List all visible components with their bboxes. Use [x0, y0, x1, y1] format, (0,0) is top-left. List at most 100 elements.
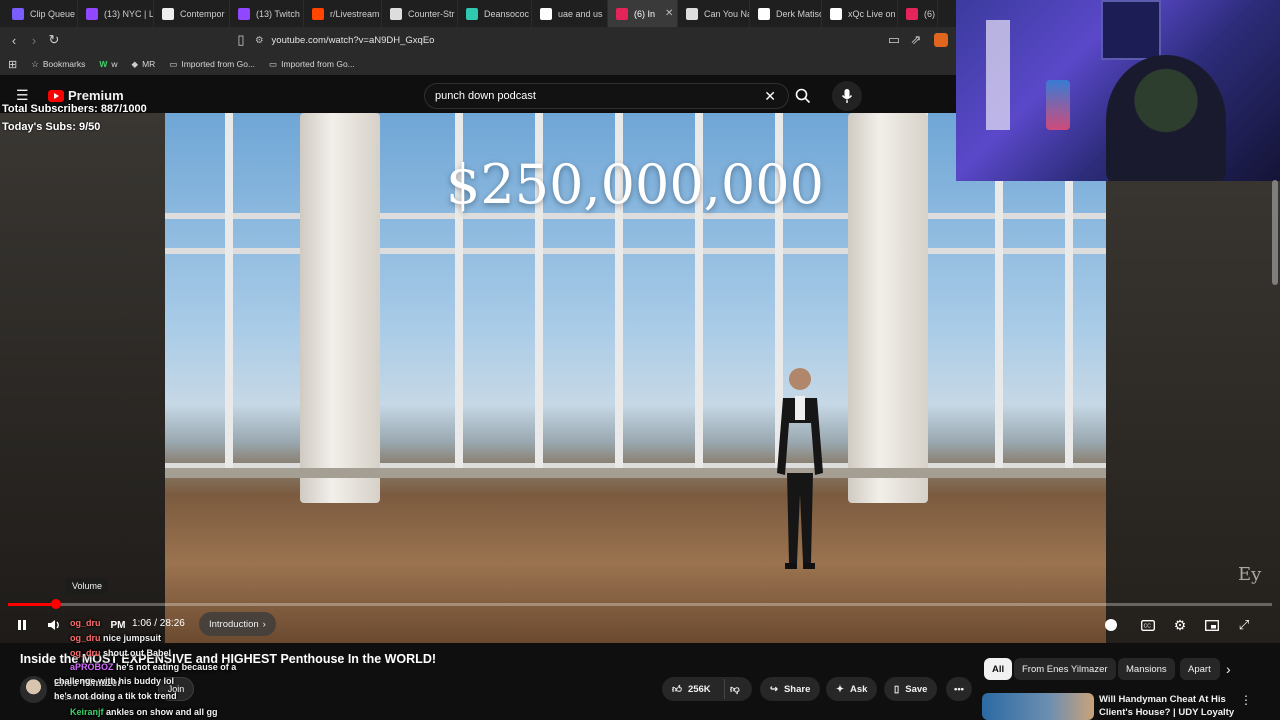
seek-bar-progress [8, 603, 56, 606]
chat-username[interactable]: og_dru [70, 618, 101, 628]
search-input[interactable]: punch down podcast ✕ [424, 83, 789, 109]
tab-label: Can You Na [704, 8, 750, 19]
chat-text: nice jumpsuit [103, 633, 162, 643]
avatar[interactable] [20, 676, 47, 703]
reload-icon[interactable]: ↻ [44, 30, 64, 50]
thumbs-down-icon[interactable]: 👎︎ [730, 683, 740, 695]
autoplay-icon [1105, 619, 1117, 631]
chat-text: challenge with his buddy lol [54, 676, 175, 686]
more-vertical-icon[interactable]: ⋮ [1240, 693, 1252, 707]
filter-chip[interactable]: From Enes Yilmazer [1014, 658, 1116, 680]
video-thumbnail[interactable] [982, 693, 1094, 720]
extension-icon[interactable] [934, 33, 948, 47]
recommended-video[interactable]: Will Handyman Cheat At His Client's Hous… [982, 693, 1280, 720]
browser-tab[interactable]: r/Livestream [304, 0, 382, 27]
browser-tab[interactable]: (13) NYC | L [78, 0, 154, 27]
wall-art [1101, 0, 1161, 60]
screen: Clip Queue (13) NYC | L Contempor (13) Twit… [0, 0, 1280, 720]
bookmarks-bar: ⊞ ☆ Bookmarks Ww ◆ MR ▭ Imported from Go...… [0, 53, 960, 75]
browser-tab[interactable]: (13) Twitch [230, 0, 304, 27]
tab-favicon-icon [906, 7, 918, 20]
gear-icon: ⚙ [1173, 616, 1187, 633]
recommended-video-title[interactable]: Will Handyman Cheat At His Client's Hous… [1099, 693, 1239, 720]
seek-bar[interactable] [8, 599, 1272, 609]
share-icon: ↪ [770, 683, 778, 695]
filter-chip[interactable]: Apart [1180, 658, 1220, 680]
browser-tab[interactable]: Deansococ [458, 0, 532, 27]
chat-username[interactable]: og_dru [70, 633, 101, 643]
pause-button[interactable] [12, 612, 32, 638]
browser-tab[interactable]: Counter-Str [382, 0, 458, 27]
chips-next-icon[interactable]: › [1226, 661, 1231, 677]
tab-favicon-icon [686, 7, 698, 20]
mr-icon: ◆ [131, 58, 139, 69]
tab-label: Derk Matiso [776, 8, 822, 19]
tab-favicon-icon [162, 7, 174, 20]
browser-tab[interactable]: xQc Live on [822, 0, 898, 27]
ask-button[interactable]: ✦ Ask [826, 677, 878, 701]
folder-icon: ▭ [169, 58, 178, 69]
door-frame [986, 20, 1010, 130]
chat-message: he's not doing a tik tok trend [54, 689, 177, 703]
forward-icon[interactable]: › [24, 30, 44, 50]
chat-username[interactable]: og_dru [70, 648, 101, 658]
page-scrollbar[interactable] [1272, 180, 1278, 285]
bookmark-item[interactable]: ◆ MR [132, 59, 156, 70]
bookmark-folder[interactable]: ▭ Imported from Go... [269, 59, 355, 70]
back-icon[interactable]: ‹ [4, 30, 24, 50]
clear-search-icon[interactable]: ✕ [764, 88, 776, 105]
thumbs-up-icon: 👍︎ [672, 684, 682, 695]
share-button[interactable]: ↪ Share [760, 677, 821, 701]
apps-grid-icon[interactable]: ⊞ [8, 58, 17, 71]
bookmark-save-icon: ▯ [894, 683, 900, 695]
search-query-text: punch down podcast [435, 90, 536, 102]
search-button[interactable] [788, 83, 818, 109]
browser-tab[interactable]: (6) In ✕ [608, 0, 678, 27]
stream-chat-overlay: og_dru og_dru nice jumpsuit og_dru shout … [54, 616, 314, 720]
site-info-icon[interactable]: ⚙ [255, 35, 264, 46]
browser-tab[interactable]: (6) Ri [898, 0, 938, 27]
miniplayer-button[interactable] [1202, 612, 1222, 638]
bookmark-folder[interactable]: ▭ Imported from Go... [169, 59, 255, 70]
tab-favicon-icon [390, 7, 402, 20]
search-icon [795, 88, 811, 104]
url-field[interactable]: ⚙ youtube.com/watch?v=aN9DH_GxqEo [255, 30, 955, 50]
settings-button[interactable]: ⚙ [1170, 612, 1190, 638]
channel-watermark[interactable]: Ey [1238, 564, 1261, 585]
save-button[interactable]: ▯ Save [884, 677, 938, 701]
subscriber-counter-overlay: Total Subscribers: 887/1000 Today's Subs… [2, 100, 147, 136]
tab-label: Contempor [180, 8, 225, 19]
captions-button[interactable]: CC [1138, 612, 1158, 638]
close-tab-icon[interactable]: ✕ [665, 8, 673, 19]
tab-favicon-icon [540, 7, 552, 20]
browser-tab[interactable]: uae and us [532, 0, 608, 27]
bookmark-item[interactable]: ☆ Bookmarks [31, 59, 85, 70]
fullscreen-button[interactable]: ⤢ [1234, 612, 1254, 638]
filter-chip[interactable]: Mansions [1118, 658, 1175, 680]
filter-chip[interactable]: All [984, 658, 1013, 680]
like-button[interactable]: 👍︎ 256K 👎︎ [662, 677, 752, 701]
seek-handle[interactable] [50, 599, 61, 609]
chat-username[interactable]: aPROBOZ [70, 662, 114, 672]
tab-label: uae and us [558, 8, 603, 19]
bookmark-star-icon: ☆ [31, 58, 39, 69]
w-icon: W [99, 59, 108, 69]
presenter-figure [777, 368, 823, 569]
video-player[interactable]: $250,000,000 Ey [0, 113, 1280, 643]
bookmark-item[interactable]: Ww [99, 59, 117, 69]
microphone-icon [841, 89, 853, 103]
tab-label: (6) In [634, 8, 656, 19]
browser-tab[interactable]: Contempor [154, 0, 230, 27]
more-actions-button[interactable]: ••• [946, 677, 972, 701]
browser-tab[interactable]: Can You Na [678, 0, 750, 27]
autoplay-toggle[interactable] [1102, 612, 1120, 638]
bookmark-icon[interactable]: ▯ [231, 30, 251, 50]
chat-username[interactable]: Keiranjf [70, 707, 104, 717]
address-bar: ‹ › ↻ ▯ ⚙ youtube.com/watch?v=aN9DH_GxqE… [0, 27, 960, 53]
share-page-icon[interactable]: ⇗ [906, 30, 926, 50]
chat-text: he's not doing a tik tok trend [54, 691, 177, 701]
voice-search-button[interactable] [832, 81, 862, 111]
browser-tab[interactable]: Derk Matiso [750, 0, 822, 27]
browser-tab[interactable]: Clip Queue [4, 0, 78, 27]
cast-icon[interactable]: ▭ [884, 30, 904, 50]
